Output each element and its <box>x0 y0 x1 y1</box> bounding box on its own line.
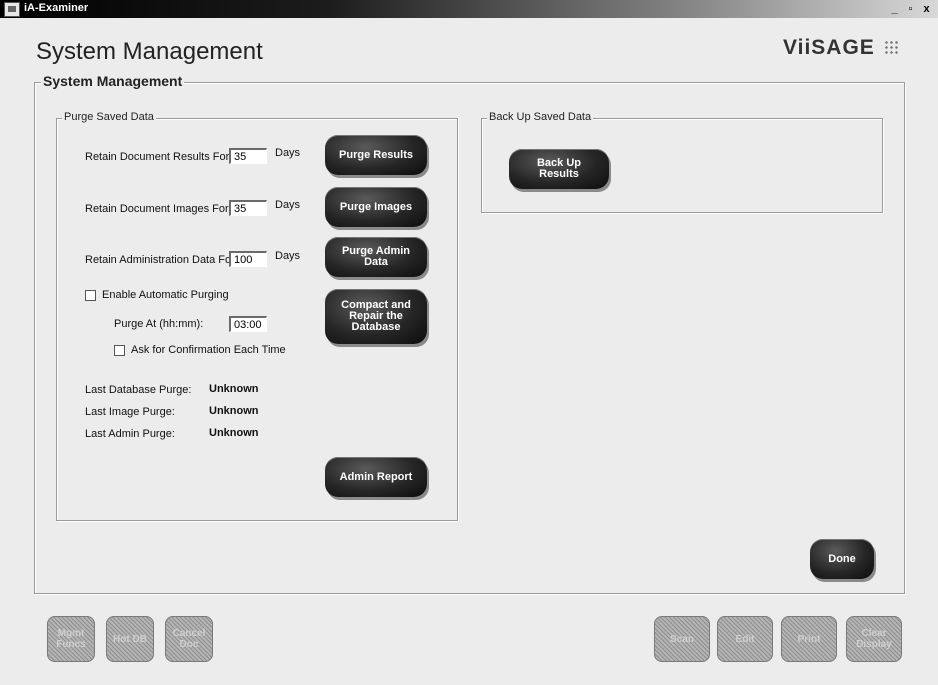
purge-admin-button[interactable]: Purge Admin Data <box>325 237 427 277</box>
window-title: iA-Examiner <box>24 2 89 14</box>
clear-display-button[interactable]: Clear Display <box>846 616 902 662</box>
retain-results-input[interactable]: 35 <box>229 148 267 164</box>
confirm-checkbox[interactable] <box>114 345 125 356</box>
purge-at-label: Purge At (hh:mm): <box>114 318 204 330</box>
last-db-purge-label: Last Database Purge: <box>85 384 192 396</box>
scan-button[interactable]: Scan <box>654 616 710 662</box>
page-title: System Management <box>36 38 263 65</box>
auto-purge-checkbox[interactable] <box>85 290 96 301</box>
retain-images-input[interactable]: 35 <box>229 200 267 216</box>
hot-db-button[interactable]: Hot DB <box>106 616 154 662</box>
mgmt-funcs-button[interactable]: Mgmt Funcs <box>47 616 95 662</box>
images-days-label: Days <box>275 199 301 211</box>
retain-admin-label: Retain Administration Data For: <box>85 254 238 266</box>
last-admin-purge-label: Last Admin Purge: <box>85 428 175 440</box>
back-up-results-button[interactable]: Back Up Results <box>509 149 609 189</box>
minimize-button[interactable]: _ <box>887 1 902 16</box>
admin-report-button[interactable]: Admin Report <box>325 457 427 497</box>
results-days-label: Days <box>275 147 301 159</box>
title-bar: iA-Examiner _ ▫ x <box>0 0 938 18</box>
app-icon <box>4 2 20 17</box>
purge-images-button[interactable]: Purge Images <box>325 187 427 227</box>
retain-admin-input[interactable]: 100 <box>229 251 267 267</box>
brand-dots-icon <box>884 40 898 54</box>
purge-at-input[interactable]: 03:00 <box>229 316 267 332</box>
purge-results-button[interactable]: Purge Results <box>325 135 427 175</box>
close-button[interactable]: x <box>919 1 934 16</box>
admin-days-label: Days <box>275 250 301 262</box>
print-button[interactable]: Print <box>781 616 837 662</box>
retain-images-label: Retain Document Images For: <box>85 203 232 215</box>
backup-legend: Back Up Saved Data <box>487 111 594 123</box>
last-image-purge-label: Last Image Purge: <box>85 406 175 418</box>
system-management-legend: System Management <box>41 73 185 89</box>
maximize-button[interactable]: ▫ <box>903 1 918 16</box>
auto-purge-label: Enable Automatic Purging <box>102 289 229 301</box>
edit-button[interactable]: Edit <box>717 616 773 662</box>
done-button[interactable]: Done <box>810 539 874 579</box>
last-admin-purge-value: Unknown <box>209 427 259 439</box>
cancel-doc-button[interactable]: Cancel Doc <box>165 616 213 662</box>
purge-legend: Purge Saved Data <box>62 111 156 123</box>
brand-logo: ViiSAGE <box>783 36 875 59</box>
last-image-purge-value: Unknown <box>209 405 259 417</box>
compact-repair-button[interactable]: Compact and Repair the Database <box>325 289 427 344</box>
retain-results-label: Retain Document Results For: <box>85 151 233 163</box>
confirm-label: Ask for Confirmation Each Time <box>131 344 286 356</box>
window-controls: _ ▫ x <box>887 1 934 16</box>
last-db-purge-value: Unknown <box>209 383 259 395</box>
